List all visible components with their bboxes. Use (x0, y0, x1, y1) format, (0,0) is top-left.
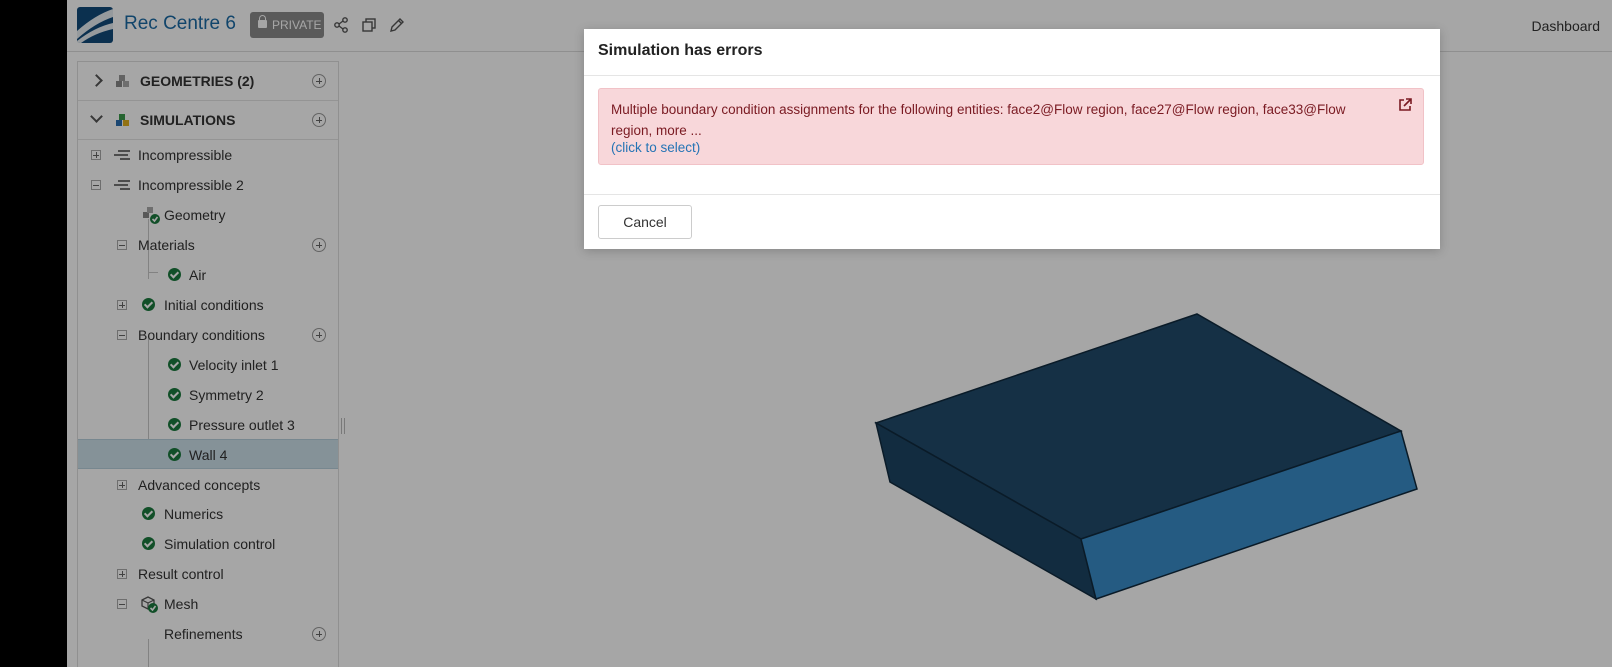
cancel-button[interactable]: Cancel (598, 205, 692, 239)
external-link-icon[interactable] (1397, 97, 1413, 113)
click-to-select-link[interactable]: (click to select) (611, 140, 700, 155)
divider (584, 75, 1440, 76)
divider (584, 194, 1440, 195)
error-alert: Multiple boundary condition assignments … (598, 88, 1424, 165)
app-window: Rec Centre 6 PRIVATE Dashboard GEOMETRIE… (67, 0, 1612, 667)
dialog-title: Simulation has errors (598, 42, 763, 59)
error-message: Multiple boundary condition assignments … (611, 102, 1346, 138)
simulation-errors-dialog: Simulation has errors Multiple boundary … (584, 29, 1440, 249)
